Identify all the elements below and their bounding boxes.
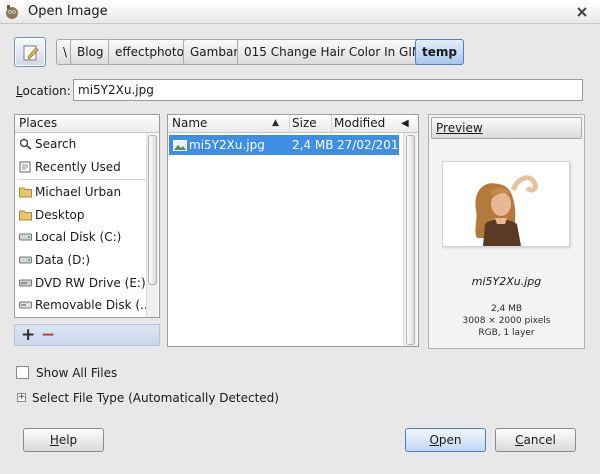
show-all-files-checkbox[interactable] xyxy=(16,366,29,379)
recent-icon xyxy=(19,161,31,173)
place-label: Local Disk (C:) xyxy=(35,230,122,245)
preview-mode: RGB, 1 layer xyxy=(478,328,535,338)
place-label: Michael Urban xyxy=(35,185,122,200)
place-item-local-disk-c[interactable]: Local Disk (C:) xyxy=(15,226,159,249)
add-bookmark-button[interactable]: + xyxy=(21,326,35,344)
column-size-header[interactable]: Size xyxy=(289,115,317,132)
preview-filesize: 2,4 MB xyxy=(490,304,523,314)
file-modified: 27/02/2014 xyxy=(337,138,407,152)
place-item-recently-used[interactable]: Recently Used xyxy=(15,156,159,179)
window-title: Open Image xyxy=(28,4,108,19)
places-scrollbar-thumb[interactable] xyxy=(148,135,157,285)
close-icon[interactable] xyxy=(572,3,592,21)
file-size: 2,4 MB xyxy=(292,138,334,152)
folder-icon xyxy=(19,210,32,221)
file-name: mi5Y2Xu.jpg xyxy=(189,138,265,152)
file-list-scrollbar-thumb[interactable] xyxy=(406,135,415,345)
drive-icon xyxy=(19,256,32,264)
expand-icon[interactable]: + xyxy=(17,393,26,402)
place-label: Recently Used xyxy=(35,159,121,174)
file-list-header: Name ▲ Size Modified ◀ xyxy=(168,115,418,133)
folder-icon xyxy=(19,187,32,198)
place-label: Removable Disk (... xyxy=(35,298,152,313)
preview-dimensions: 3008 × 2000 pixels xyxy=(462,316,551,326)
preview-button[interactable]: Preview xyxy=(431,117,582,139)
place-item-michael-urban[interactable]: Michael Urban xyxy=(15,181,159,204)
place-label: Desktop xyxy=(35,207,85,222)
place-item-search[interactable]: Search xyxy=(15,133,159,156)
removable-drive-icon xyxy=(19,301,32,309)
places-toolbar: + − xyxy=(14,324,160,346)
drive-icon xyxy=(19,233,32,241)
path-crumb-blog[interactable]: Blog xyxy=(70,39,111,65)
type-location-button[interactable] xyxy=(14,37,46,67)
file-list-scrollbar[interactable] xyxy=(403,133,417,346)
open-button[interactable]: Open xyxy=(405,428,486,452)
path-crumb-gambar[interactable]: Gambar xyxy=(183,39,246,65)
column-modified-header[interactable]: Modified xyxy=(331,115,385,132)
gimp-app-icon xyxy=(6,5,18,19)
image-file-icon xyxy=(173,140,187,151)
select-file-type-expander[interactable]: Select File Type (Automatically Detected… xyxy=(32,391,279,405)
place-item-data-d[interactable]: Data (D:) xyxy=(15,249,159,272)
path-crumb-effectphoto[interactable]: effectphoto xyxy=(108,39,191,65)
column-name-header[interactable]: Name xyxy=(172,115,207,132)
places-header[interactable]: Places xyxy=(15,115,159,133)
search-icon xyxy=(19,138,32,150)
preview-thumbnail xyxy=(442,161,570,247)
location-label: Location: xyxy=(16,84,71,98)
places-panel: Places Search Recently Used Michael Urba… xyxy=(14,114,160,318)
file-list: Name ▲ Size Modified ◀ mi5Y2Xu.jpg 2,4 M… xyxy=(167,114,419,347)
preview-filename: mi5Y2Xu.jpg xyxy=(471,275,542,288)
help-button[interactable]: Help xyxy=(23,428,104,452)
path-bar: \ Blog effectphoto Gambar 015 Change Hai… xyxy=(14,37,594,67)
cancel-button[interactable]: Cancel xyxy=(495,428,576,452)
optical-drive-icon xyxy=(19,279,32,287)
place-item-removable-disk[interactable]: Removable Disk (... xyxy=(15,294,159,317)
sort-ascending-icon: ▲ xyxy=(272,118,279,128)
pencil-icon xyxy=(23,45,39,61)
file-row[interactable]: mi5Y2Xu.jpg 2,4 MB 27/02/2014 xyxy=(169,135,406,155)
show-all-files-label[interactable]: Show All Files xyxy=(36,366,117,380)
place-label: Data (D:) xyxy=(35,252,91,267)
column-scroll-left-icon[interactable]: ◀ xyxy=(401,115,409,132)
place-label: Search xyxy=(35,137,77,151)
path-crumb-015-change-hair-color[interactable]: 015 Change Hair Color In GIMP xyxy=(237,39,437,65)
remove-bookmark-button[interactable]: − xyxy=(41,326,55,344)
places-scrollbar[interactable] xyxy=(146,133,158,317)
place-item-dvd-rw-drive-e[interactable]: DVD RW Drive (E:) xyxy=(15,272,159,295)
place-label: DVD RW Drive (E:) xyxy=(35,275,146,290)
path-crumb-temp[interactable]: temp xyxy=(415,39,464,65)
location-input[interactable] xyxy=(73,79,583,101)
place-item-desktop[interactable]: Desktop xyxy=(15,204,159,227)
preview-image xyxy=(443,162,569,246)
title-bar: Open Image xyxy=(0,0,600,24)
preview-panel: Preview mi5Y2Xu.jpg 2,4 MB 3008 × 2000 p… xyxy=(428,114,585,349)
places-separator xyxy=(17,179,157,181)
